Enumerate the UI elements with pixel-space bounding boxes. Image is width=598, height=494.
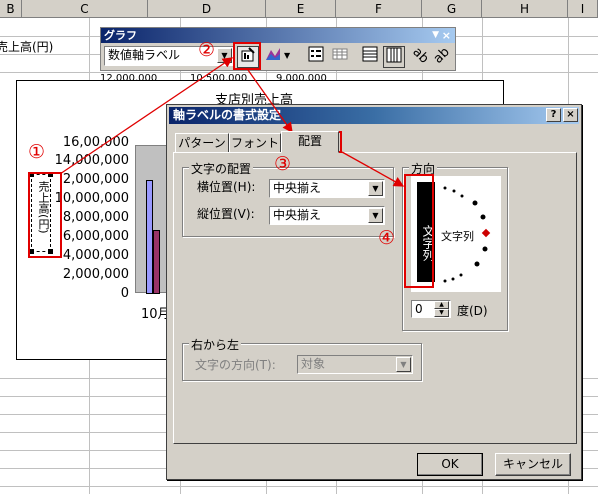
column-header-f[interactable]: F xyxy=(336,0,422,18)
close-button[interactable]: × xyxy=(563,108,578,122)
toolbar-menu-icon[interactable]: ▼ xyxy=(432,28,439,43)
column-header-b[interactable]: B xyxy=(0,0,22,18)
chevron-down-icon[interactable]: ▼ xyxy=(368,208,383,223)
by-row-icon xyxy=(362,46,378,62)
by-row-button[interactable] xyxy=(359,46,381,68)
data-table-icon xyxy=(332,48,348,60)
tab-font[interactable]: フォント xyxy=(229,133,281,153)
y-tick-label: 4,000,000 xyxy=(62,248,129,263)
chart-type-button[interactable]: ▼ xyxy=(263,46,293,68)
annotation-box-2 xyxy=(233,42,261,70)
toolbar-title-bar[interactable]: グラフ ▼ × xyxy=(101,28,455,43)
chevron-down-icon[interactable]: ▼ xyxy=(396,357,411,372)
y-tick-label: 0 xyxy=(120,286,129,301)
chevron-down-icon[interactable]: ▼ xyxy=(368,181,383,196)
angle-down-icon: ab xyxy=(409,44,432,67)
y-tick-label: 6,000,000 xyxy=(62,229,129,244)
y-tick-label: 10,000,000 xyxy=(54,191,129,206)
angled-text-indicator: 文字列 xyxy=(441,230,474,243)
legend-icon xyxy=(308,46,324,62)
annotation-1: ① xyxy=(28,141,46,163)
right-to-left-group: 右から左 文字の方向(T): 対象 ▼ xyxy=(182,336,422,381)
annotation-box-1 xyxy=(28,172,62,258)
tab-alignment[interactable]: 配置 xyxy=(281,131,339,153)
annotation-4: ④ xyxy=(378,227,396,249)
cell-sales-label: 売上高(円) xyxy=(0,40,54,54)
angle-up-icon: ab xyxy=(430,44,453,67)
bar[interactable] xyxy=(146,180,153,294)
y-tick-label: 2,000,000 xyxy=(62,172,129,187)
vertical-label: 縦位置(V): xyxy=(197,207,255,221)
y-tick-label: 2,000,000 xyxy=(62,267,129,282)
column-header-i[interactable]: I xyxy=(568,0,598,18)
toolbar-title: グラフ xyxy=(104,29,137,42)
horizontal-value: 中央揃え xyxy=(273,181,322,195)
column-header-e[interactable]: E xyxy=(266,0,336,18)
angle-text-up-button[interactable]: ab xyxy=(430,44,453,68)
horizontal-select[interactable]: 中央揃え ▼ xyxy=(269,179,385,198)
plot-area[interactable] xyxy=(135,145,167,294)
spin-down-icon[interactable]: ▼ xyxy=(434,309,449,317)
chart-toolbar[interactable]: グラフ ▼ × 数値軸ラベル ▼ ▼ ab ab xyxy=(100,27,456,71)
horizontal-label: 横位置(H): xyxy=(197,180,256,194)
svg-text:▼: ▼ xyxy=(284,51,291,60)
column-header-h[interactable]: H xyxy=(482,0,568,18)
value-axis[interactable]: 16,00,000 14,000,000 2,000,000 10,000,00… xyxy=(53,135,129,301)
by-column-button[interactable] xyxy=(383,46,405,68)
y-tick-label: 14,000,000 xyxy=(54,153,129,168)
chevron-down-icon[interactable]: ▼ xyxy=(217,48,232,63)
text-alignment-group: 文字の配置 横位置(H): 中央揃え ▼ 縦位置(V): 中央揃え ▼ xyxy=(182,160,394,237)
tab-panel: 文字の配置 横位置(H): 中央揃え ▼ 縦位置(V): 中央揃え ▼ 方向 文… xyxy=(173,152,577,444)
text-direction-select[interactable]: 対象 ▼ xyxy=(297,355,413,374)
annotation-2: ② xyxy=(198,39,216,61)
vertical-value: 中央揃え xyxy=(273,208,322,222)
text-direction-label: 文字の方向(T): xyxy=(195,358,276,372)
column-header-g[interactable]: G xyxy=(422,0,482,18)
text-direction-value: 対象 xyxy=(301,357,326,371)
column-header-c[interactable]: C xyxy=(22,0,148,18)
chart-object-value: 数値軸ラベル xyxy=(108,48,181,62)
legend-button[interactable] xyxy=(305,46,327,68)
dialog-title: 軸ラベルの書式設定 xyxy=(173,108,282,122)
data-table-button[interactable] xyxy=(329,46,351,68)
rtl-group-label: 右から左 xyxy=(189,336,242,353)
bar[interactable] xyxy=(153,230,160,294)
format-axis-title-dialog[interactable]: 軸ラベルの書式設定 ? × パターン フォント 配置 文字の配置 横位置(H):… xyxy=(166,104,582,480)
y-tick-label: 16,00,000 xyxy=(62,135,129,150)
angle-text-down-button[interactable]: ab xyxy=(409,44,432,68)
degrees-value: 0 xyxy=(415,302,423,316)
annotation-box-4 xyxy=(404,174,434,288)
degrees-input[interactable]: 0 ▲ ▼ xyxy=(411,300,451,318)
text-alignment-group-label: 文字の配置 xyxy=(189,160,254,177)
degrees-label: 度(D) xyxy=(457,304,488,318)
dialog-title-bar[interactable]: 軸ラベルの書式設定 ? × xyxy=(169,107,579,124)
y-tick-label: 8,000,000 xyxy=(62,210,129,225)
tab-patterns[interactable]: パターン xyxy=(175,133,229,153)
help-button[interactable]: ? xyxy=(546,108,561,122)
spin-up-icon[interactable]: ▲ xyxy=(434,301,449,309)
annotation-3: ③ xyxy=(274,153,292,175)
vertical-select[interactable]: 中央揃え ▼ xyxy=(269,206,385,225)
ok-button[interactable]: OK xyxy=(417,453,483,476)
by-column-icon xyxy=(386,47,402,63)
close-icon[interactable]: × xyxy=(442,28,451,43)
column-header-d[interactable]: D xyxy=(148,0,266,18)
chart-type-icon: ▼ xyxy=(266,48,291,60)
cancel-button[interactable]: キャンセル xyxy=(495,453,571,476)
